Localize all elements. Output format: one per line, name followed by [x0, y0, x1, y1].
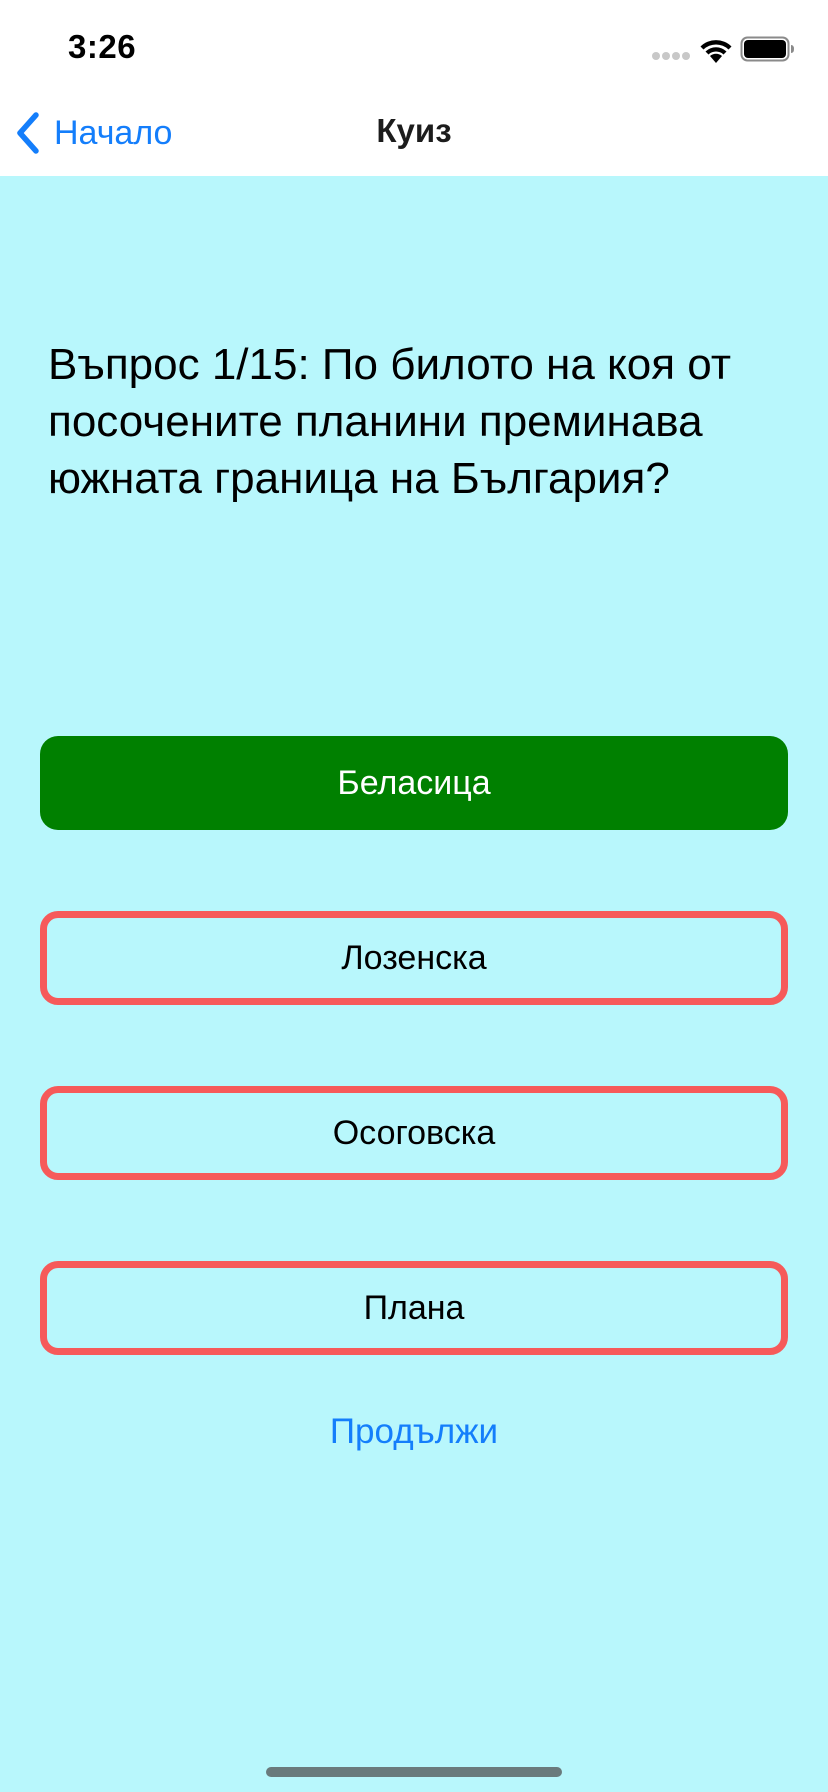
answer-label: Осоговска [332, 1113, 496, 1152]
answer-button-wrong[interactable]: Плана [40, 1261, 788, 1355]
page-title: Куиз [376, 112, 452, 149]
answer-label: Лозенска [341, 938, 487, 977]
quiz-content: Въпрос 1/15: По билото на коя от посочен… [0, 176, 828, 1792]
answer-button-wrong[interactable]: Осоговска [40, 1086, 788, 1180]
answer-button-correct[interactable]: Беласица [40, 736, 788, 830]
navigation-bar: Начало Куиз [0, 88, 828, 176]
cellular-signal-icon [652, 52, 692, 62]
status-bar: 3:26 [0, 0, 828, 88]
battery-icon [740, 36, 794, 62]
home-indicator[interactable] [266, 1767, 562, 1777]
answer-label: Беласица [337, 763, 491, 802]
question-text: Въпрос 1/15: По билото на коя от посочен… [48, 340, 731, 503]
status-time: 3:26 [68, 28, 137, 65]
wifi-icon [700, 40, 732, 63]
continue-button[interactable]: Продължи [0, 1412, 828, 1452]
answer-button-wrong[interactable]: Лозенска [40, 911, 788, 1005]
answer-label: Плана [363, 1288, 465, 1327]
